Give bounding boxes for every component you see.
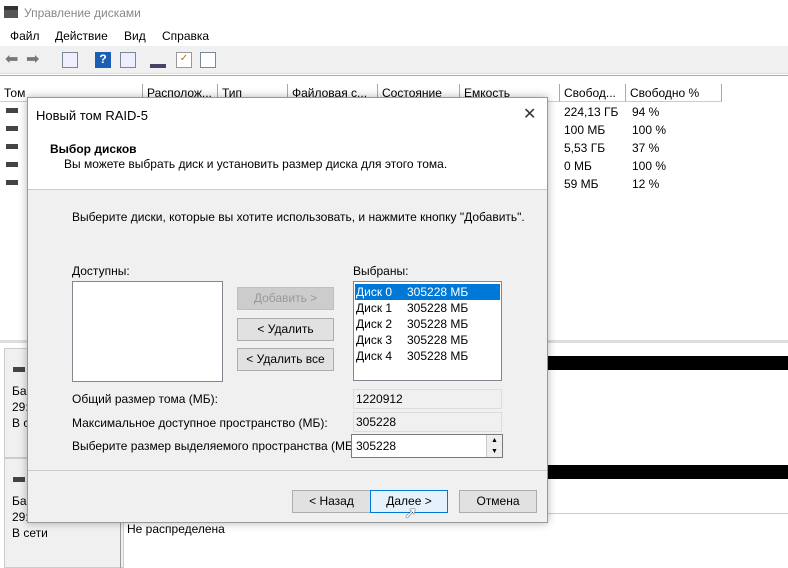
disk-size: 305228 МБ xyxy=(407,301,469,315)
disk-size: 305228 МБ xyxy=(407,349,469,363)
drive-icon xyxy=(6,180,18,185)
selected-disk-row[interactable]: Диск 4 305228 МБ xyxy=(355,348,500,364)
total-size-label: Общий размер тома (МБ): xyxy=(72,392,218,406)
available-label: Доступны: xyxy=(72,264,130,278)
unallocated-label: Не распределена xyxy=(127,522,225,536)
free-pct-cell: 100 % xyxy=(632,123,667,137)
available-disks-list[interactable] xyxy=(72,281,223,382)
drive-icon xyxy=(6,144,18,149)
free-cell: 100 МБ xyxy=(564,123,606,137)
free-pct-cell: 37 % xyxy=(632,141,660,155)
free-pct-cell: 12 % xyxy=(632,177,660,191)
disk-size: 305228 МБ xyxy=(407,285,469,299)
dialog-title: Новый том RAID-5 xyxy=(36,108,148,123)
free-cell: 224,13 ГБ xyxy=(564,105,619,119)
instruction-text: Выберите диски, которые вы хотите исполь… xyxy=(72,210,525,224)
drive-icon xyxy=(6,162,18,167)
drive-icon xyxy=(6,108,18,113)
console-tree-icon[interactable] xyxy=(62,52,78,68)
connect-disk-icon[interactable] xyxy=(150,52,166,68)
back-arrow-icon[interactable]: ⬅ xyxy=(5,49,21,68)
window-title: Управление дисками xyxy=(24,6,141,20)
wizard-heading: Выбор дисков xyxy=(50,142,137,156)
menu-help[interactable]: Справка xyxy=(162,29,209,43)
free-cell: 5,53 ГБ xyxy=(564,141,606,155)
disk-name: Диск 3 xyxy=(356,333,393,347)
selected-disk-row[interactable]: Диск 2 305228 МБ xyxy=(355,316,500,332)
checklist-icon[interactable]: ✓ xyxy=(176,52,192,68)
size-input[interactable]: 305228 xyxy=(356,439,396,453)
disk-size: 305228 МБ xyxy=(407,317,469,331)
remove-button[interactable]: < Удалить xyxy=(237,318,334,341)
mouse-cursor-icon: ➚ xyxy=(404,505,418,522)
help-icon[interactable]: ? xyxy=(95,52,111,68)
wizard-header: Новый том RAID-5 ✕ Выбор дисков Вы может… xyxy=(28,98,547,190)
selected-disk-row[interactable]: Диск 3 305228 МБ xyxy=(355,332,500,348)
menu-bar: Файл Действие Вид Справка xyxy=(0,26,788,46)
unallocated-bar xyxy=(548,465,788,479)
title-bar: Управление дисками xyxy=(0,0,788,26)
free-cell: 0 МБ xyxy=(564,159,592,173)
selected-label: Выбраны: xyxy=(353,264,409,278)
disk-name: Диск 4 xyxy=(356,349,393,363)
selected-disk-row[interactable]: Диск 1 305228 МБ xyxy=(355,300,500,316)
back-button[interactable]: < Назад xyxy=(292,490,371,513)
menu-view[interactable]: Вид xyxy=(124,29,146,43)
selected-disks-list[interactable]: Диск 0 305228 МБ Диск 1 305228 МБ Диск 2 30… xyxy=(353,281,502,381)
selected-disk-row[interactable]: Диск 0 305228 МБ xyxy=(355,284,500,300)
unallocated-bar xyxy=(548,356,788,370)
menu-file[interactable]: Файл xyxy=(10,29,40,43)
wizard-subheading: Вы можете выбрать диск и установить разм… xyxy=(64,157,448,171)
size-spinner[interactable]: 305228 ▲ ▼ xyxy=(351,434,503,458)
total-size-value: 1220912 xyxy=(353,389,502,409)
free-pct-cell: 100 % xyxy=(632,159,667,173)
spin-up-icon[interactable]: ▲ xyxy=(486,435,502,446)
add-button[interactable]: Добавить > xyxy=(237,287,334,310)
disk-name: Диск 0 xyxy=(356,285,393,299)
disk-status: В сети xyxy=(12,526,48,540)
cancel-button[interactable]: Отмена xyxy=(459,490,537,513)
footer-divider xyxy=(28,470,547,471)
remove-all-button[interactable]: < Удалить все xyxy=(237,348,334,371)
free-pct-cell: 94 % xyxy=(632,105,660,119)
disk-name: Диск 1 xyxy=(356,301,393,315)
menu-action[interactable]: Действие xyxy=(55,29,108,43)
free-cell: 59 МБ xyxy=(564,177,599,191)
disk-management-icon xyxy=(4,6,18,18)
spin-down-icon[interactable]: ▼ xyxy=(486,446,502,457)
max-space-label: Максимальное доступное пространство (МБ)… xyxy=(72,416,328,430)
disk-size: 305228 МБ xyxy=(407,333,469,347)
raid5-wizard-dialog: Новый том RAID-5 ✕ Выбор дисков Вы может… xyxy=(27,97,548,523)
max-space-value: 305228 xyxy=(353,412,502,432)
col-free-percent[interactable]: Свободно % xyxy=(626,84,722,102)
action-pane-icon[interactable] xyxy=(120,52,136,68)
size-select-label: Выберите размер выделяемого пространства… xyxy=(72,439,361,453)
toolbar: ⬅ ➡ ? ✓ xyxy=(0,46,788,74)
close-icon[interactable]: ✕ xyxy=(523,104,536,124)
disk-name: Диск 2 xyxy=(356,317,393,331)
disk-icon xyxy=(13,367,25,372)
disk-icon xyxy=(13,477,25,482)
drive-icon xyxy=(6,126,18,131)
col-free[interactable]: Свобод... xyxy=(560,84,626,102)
forward-arrow-icon[interactable]: ➡ xyxy=(26,49,42,68)
properties-icon[interactable] xyxy=(200,52,216,68)
